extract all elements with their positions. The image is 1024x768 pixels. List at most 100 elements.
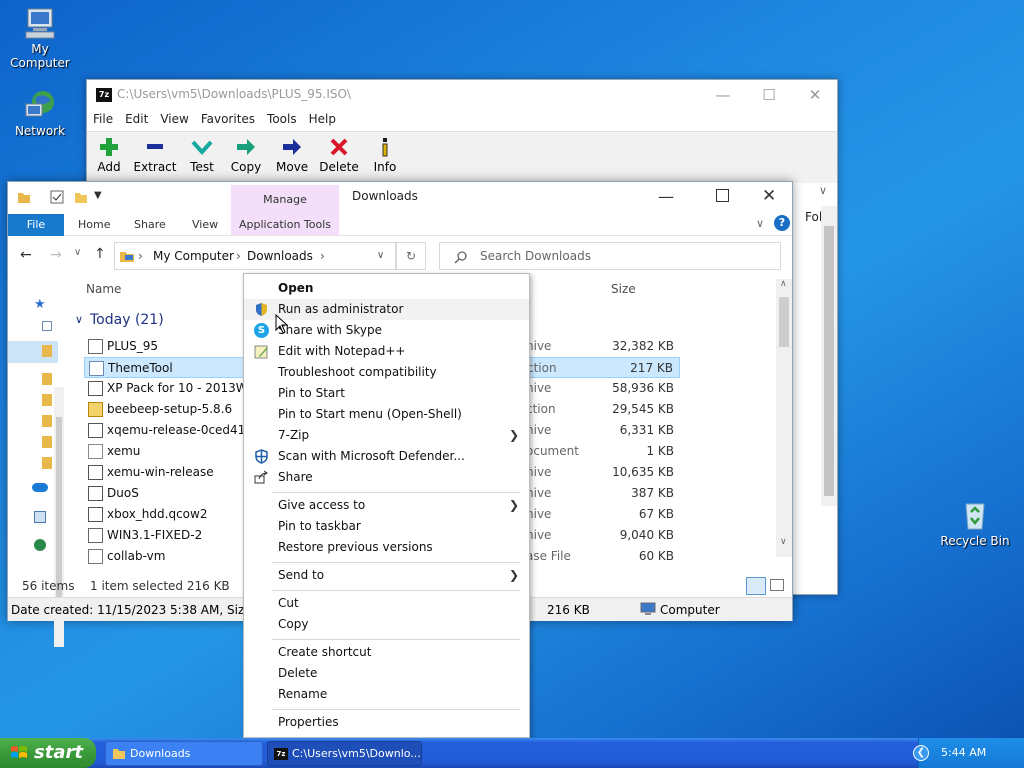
desktop-icon-network[interactable]: Network bbox=[0, 88, 80, 138]
desktop-nav-icon[interactable] bbox=[42, 321, 52, 331]
maximize-icon[interactable] bbox=[716, 189, 729, 202]
chevron-down-icon[interactable]: ∨ bbox=[756, 217, 764, 230]
extract-button[interactable]: Extract bbox=[133, 136, 177, 174]
menu-item-properties[interactable]: Properties bbox=[244, 712, 529, 733]
menu-item-pin-to-taskbar[interactable]: Pin to taskbar bbox=[244, 516, 529, 537]
address-dropdown-icon[interactable]: ∨ bbox=[377, 250, 384, 261]
file-size: 58,936 KB bbox=[612, 381, 674, 395]
menu-item-cut[interactable]: Cut bbox=[244, 593, 529, 614]
refresh-button[interactable]: ↻ bbox=[396, 242, 426, 270]
search-box[interactable]: Search Downloads bbox=[439, 242, 781, 270]
menu-separator bbox=[272, 492, 520, 493]
computer-icon bbox=[120, 252, 134, 262]
file-name: DuoS bbox=[107, 486, 139, 500]
delete-button[interactable]: Delete bbox=[319, 136, 359, 174]
column-header-size[interactable]: Size bbox=[611, 282, 636, 296]
menu-item-restore-versions[interactable]: Restore previous versions bbox=[244, 537, 529, 558]
scroll-thumb[interactable] bbox=[779, 297, 789, 347]
quick-access-star-icon[interactable]: ★ bbox=[34, 297, 46, 312]
menu-item-scan-defender[interactable]: Scan with Microsoft Defender... bbox=[244, 446, 529, 467]
new-folder-icon[interactable] bbox=[74, 190, 88, 204]
copy-button[interactable]: Copy bbox=[230, 136, 262, 174]
column-header-name[interactable]: Name bbox=[86, 282, 121, 296]
minimize-icon[interactable]: — bbox=[703, 83, 743, 107]
network-nav-icon[interactable] bbox=[34, 539, 46, 551]
desktop-icon-recycle-bin[interactable]: Recycle Bin bbox=[935, 498, 1015, 548]
taskbar-button-sevenzip[interactable]: 7z C:\Users\vm5\Downlo... bbox=[267, 741, 422, 766]
menu-help[interactable]: Help bbox=[303, 110, 342, 128]
folder-nav-icon[interactable] bbox=[42, 436, 52, 448]
menu-item-7zip[interactable]: 7-Zip ❯ bbox=[244, 425, 529, 446]
maximize-icon[interactable]: ☐ bbox=[749, 83, 789, 107]
scroll-down-icon[interactable]: ∨ bbox=[780, 537, 787, 547]
folder-nav-icon[interactable] bbox=[42, 415, 52, 427]
menu-item-pin-to-start-menu[interactable]: Pin to Start menu (Open-Shell) bbox=[244, 404, 529, 425]
menu-item-delete[interactable]: Delete bbox=[244, 663, 529, 684]
recent-dropdown-icon[interactable]: ∨ bbox=[74, 247, 81, 258]
taskbar: start Downloads 7z C:\Users\vm5\Downlo..… bbox=[0, 738, 1024, 768]
file-name: xemu-win-release bbox=[107, 465, 214, 479]
start-button[interactable]: start bbox=[0, 738, 96, 768]
sevenzip-title: C:\Users\vm5\Downloads\PLUS_95.ISO\ bbox=[117, 87, 351, 101]
menu-item-open[interactable]: Open bbox=[244, 278, 529, 299]
move-button[interactable]: Move bbox=[276, 136, 308, 174]
menu-item-edit-with-notepad[interactable]: Edit with Notepad++ bbox=[244, 341, 529, 362]
folder-nav-icon[interactable] bbox=[42, 394, 52, 406]
add-button[interactable]: Add bbox=[95, 136, 123, 174]
taskbar-button-downloads[interactable]: Downloads bbox=[105, 741, 263, 766]
tray-expand-icon[interactable]: ❮ bbox=[913, 745, 929, 761]
clock[interactable]: 5:44 AM bbox=[941, 746, 986, 759]
menu-item-pin-to-start[interactable]: Pin to Start bbox=[244, 383, 529, 404]
minimize-icon[interactable]: — bbox=[658, 187, 674, 206]
file-name: xbox_hdd.qcow2 bbox=[107, 507, 208, 521]
folder-nav-icon[interactable] bbox=[42, 373, 52, 385]
onedrive-icon[interactable] bbox=[32, 483, 48, 492]
menu-file[interactable]: File bbox=[87, 110, 119, 128]
qat-dropdown-icon[interactable]: ▼ bbox=[94, 190, 102, 201]
details-view-icon[interactable] bbox=[746, 577, 766, 595]
scroll-thumb[interactable] bbox=[824, 226, 834, 496]
menu-edit[interactable]: Edit bbox=[119, 110, 154, 128]
sevenzip-titlebar[interactable]: 7z C:\Users\vm5\Downloads\PLUS_95.ISO\ —… bbox=[87, 80, 837, 110]
back-arrow-icon[interactable]: ← bbox=[20, 247, 32, 263]
menu-item-give-access[interactable]: Give access to ❯ bbox=[244, 495, 529, 516]
tab-view[interactable]: View bbox=[192, 218, 218, 231]
properties-check-icon[interactable] bbox=[50, 190, 64, 204]
test-button[interactable]: Test bbox=[187, 136, 217, 174]
forward-arrow-icon[interactable]: → bbox=[50, 247, 62, 263]
folder-nav-icon[interactable] bbox=[42, 457, 52, 469]
address-box[interactable]: › My Computer › Downloads › ∨ bbox=[114, 242, 396, 270]
breadcrumb-downloads[interactable]: Downloads bbox=[247, 249, 313, 263]
menu-item-share[interactable]: Share bbox=[244, 467, 529, 488]
menu-view[interactable]: View bbox=[154, 110, 194, 128]
explorer-titlebar[interactable]: ▼ Manage Application Tools Downloads — ✕ bbox=[8, 182, 792, 235]
group-collapse-icon[interactable]: ∨ bbox=[75, 313, 83, 326]
menu-item-troubleshoot[interactable]: Troubleshoot compatibility bbox=[244, 362, 529, 383]
menu-item-create-shortcut[interactable]: Create shortcut bbox=[244, 642, 529, 663]
sevenzip-scrollbar[interactable] bbox=[821, 206, 837, 506]
breadcrumb-my-computer[interactable]: My Computer bbox=[153, 249, 234, 263]
tab-share[interactable]: Share bbox=[134, 218, 166, 231]
file-size: 67 KB bbox=[638, 507, 674, 521]
menu-item-rename[interactable]: Rename bbox=[244, 684, 529, 705]
file-name: WIN3.1-FIXED-2 bbox=[107, 528, 203, 542]
chevron-down-icon[interactable]: ∨ bbox=[819, 184, 827, 197]
menu-item-copy[interactable]: Copy bbox=[244, 614, 529, 635]
help-icon[interactable]: ? bbox=[774, 215, 790, 231]
tab-home[interactable]: Home bbox=[78, 218, 110, 231]
ribbon-tabs: File Home Share View ∨ ? bbox=[8, 214, 792, 236]
menu-item-send-to[interactable]: Send to ❯ bbox=[244, 565, 529, 586]
desktop-icon-my-computer[interactable]: My Computer bbox=[0, 6, 80, 70]
group-header-today[interactable]: Today (21) bbox=[90, 312, 164, 328]
tab-file[interactable]: File bbox=[8, 214, 64, 236]
scroll-up-icon[interactable]: ∧ bbox=[780, 279, 787, 289]
menu-tools[interactable]: Tools bbox=[261, 110, 303, 128]
large-icons-view-icon[interactable] bbox=[770, 579, 784, 591]
this-pc-icon[interactable] bbox=[34, 511, 46, 523]
up-arrow-icon[interactable]: ↑ bbox=[94, 246, 106, 262]
menu-favorites[interactable]: Favorites bbox=[195, 110, 261, 128]
close-icon[interactable]: ✕ bbox=[762, 186, 776, 206]
info-button[interactable]: Info bbox=[372, 136, 398, 174]
file-list-scrollbar[interactable]: ∧ ∨ bbox=[776, 279, 792, 557]
close-icon[interactable]: ✕ bbox=[795, 83, 835, 107]
